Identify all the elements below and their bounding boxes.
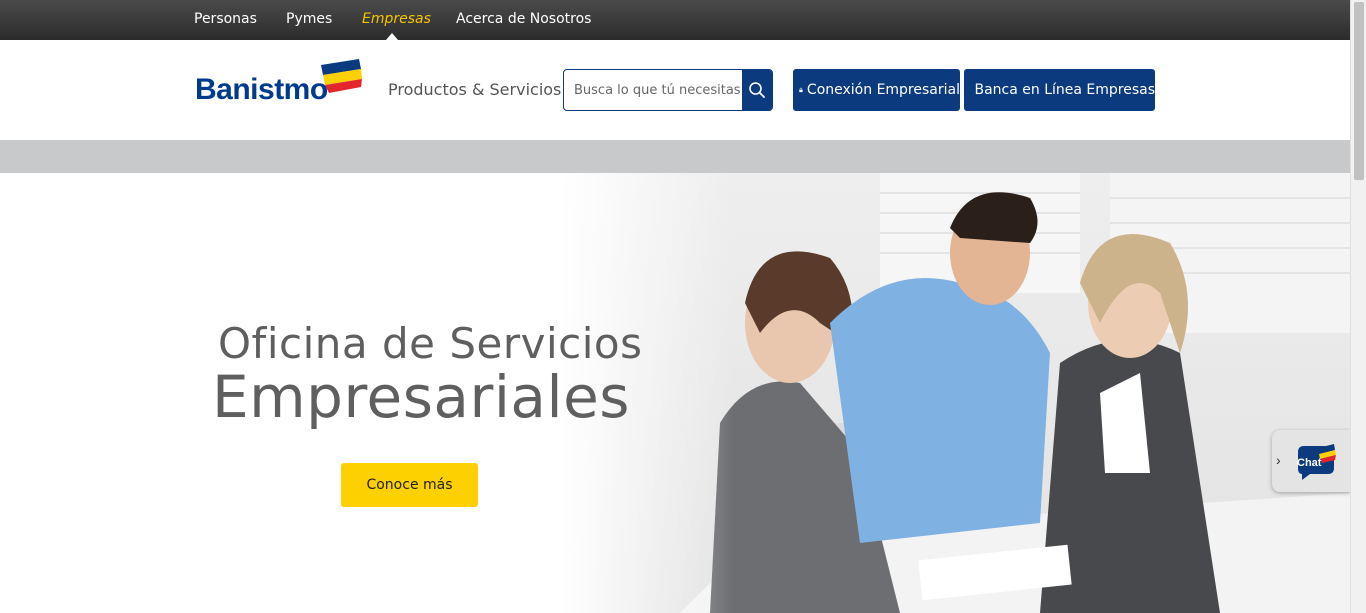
search-button[interactable]: [742, 70, 772, 110]
banca-en-linea-label: Banca en Línea Empresas: [974, 82, 1155, 98]
search-input[interactable]: [564, 70, 743, 110]
conexion-empresarial-label: Conexión Empresarial: [806, 82, 960, 98]
chat-widget[interactable]: › Chat: [1272, 430, 1350, 492]
banca-en-linea-button[interactable]: Banca en Línea Empresas: [964, 69, 1155, 111]
page: Personas Pymes Empresas Acerca de Nosotr…: [0, 0, 1366, 613]
scrollbar-thumb[interactable]: [1354, 2, 1364, 180]
site-header: Banistmo Productos & Servicios Co: [0, 40, 1350, 140]
hero-title-line2: Empresariales: [212, 363, 630, 431]
hero-title-line1: Oficina de Servicios: [218, 319, 643, 368]
products-services-link[interactable]: Productos & Servicios: [388, 80, 561, 99]
topnav-pymes[interactable]: Pymes: [286, 11, 332, 27]
topnav-acerca[interactable]: Acerca de Nosotros: [456, 11, 591, 27]
search-icon: [749, 82, 765, 98]
page-scrollbar[interactable]: [1350, 0, 1366, 613]
chat-label: Chat: [1297, 457, 1322, 469]
logo-text: Banistmo: [195, 73, 328, 106]
banistmo-logo[interactable]: Banistmo: [195, 57, 365, 107]
search-box: [563, 69, 773, 111]
hero-banner: Oficina de Servicios Empresariales Conoc…: [0, 173, 1350, 613]
top-nav: Personas Pymes Empresas Acerca de Nosotr…: [0, 0, 1350, 40]
chevron-right-icon: ›: [1276, 452, 1281, 468]
conexion-empresarial-button[interactable]: Conexión Empresarial: [793, 69, 960, 111]
hero-photo-business-team: [560, 173, 1350, 613]
grey-band: [0, 140, 1350, 173]
lock-icon: [799, 87, 803, 93]
topnav-personas[interactable]: Personas: [194, 11, 257, 27]
active-indicator-caret: [386, 33, 398, 40]
topnav-empresas[interactable]: Empresas: [362, 11, 431, 27]
logo-flag-icon: [321, 59, 362, 93]
conoce-mas-button[interactable]: Conoce más: [341, 463, 478, 507]
